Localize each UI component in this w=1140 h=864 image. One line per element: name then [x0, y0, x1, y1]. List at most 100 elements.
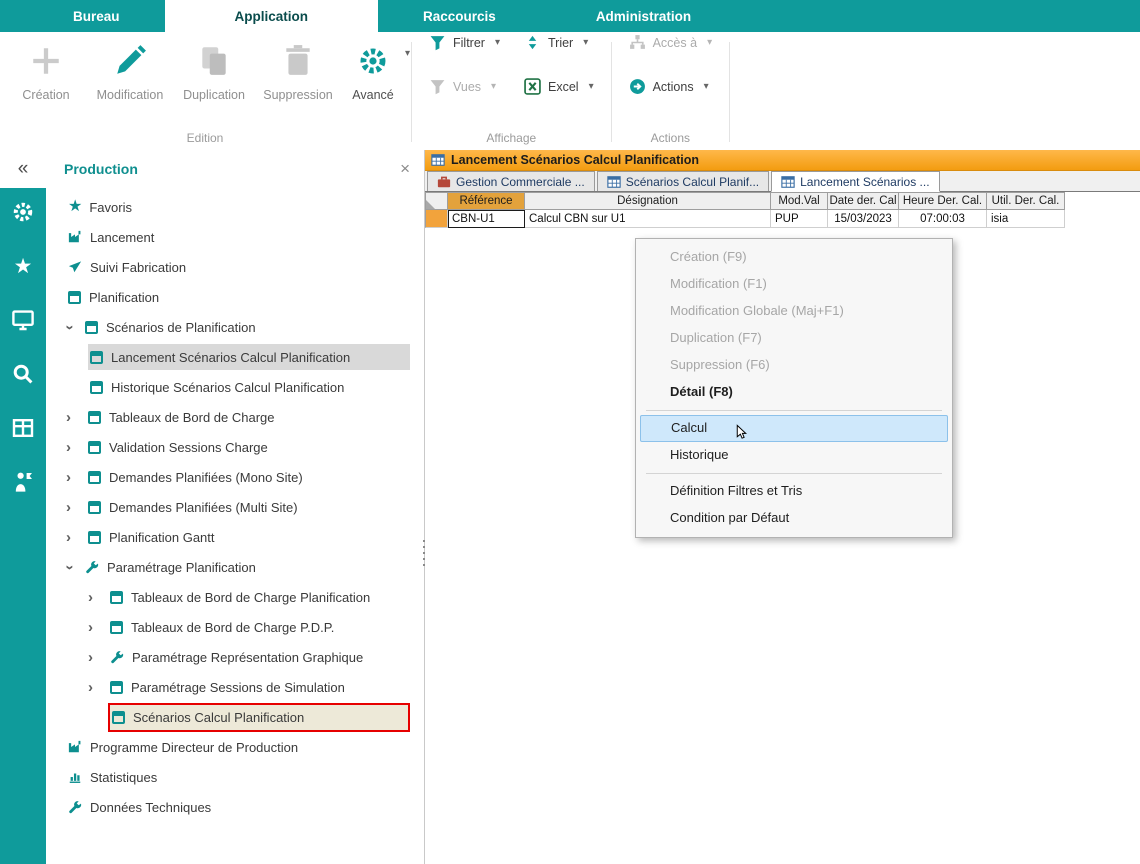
favorites-rail-button[interactable]: ★: [11, 254, 35, 278]
group-label-affichage: Affichage: [417, 131, 606, 150]
chevron-right-icon[interactable]: ›: [88, 589, 108, 606]
chevron-right-icon[interactable]: ›: [88, 649, 108, 666]
excel-icon: [524, 78, 541, 95]
menu-tab-raccourcis[interactable]: Raccourcis: [378, 0, 541, 32]
sidebar-title: Production: [64, 161, 400, 177]
menu-item-detail[interactable]: Détail (F8): [640, 379, 948, 406]
workflow-rail-button[interactable]: [11, 470, 35, 494]
cell-modval[interactable]: PUP: [771, 210, 828, 228]
sidebar-item-lancement-scenarios-calcul-planification[interactable]: Lancement Scénarios Calcul Planification: [46, 342, 424, 372]
sidebar-item-suivi-fabrication[interactable]: Suivi Fabrication: [46, 252, 424, 282]
filtrer-button[interactable]: Filtrer ▾: [417, 34, 512, 51]
gear-icon: [356, 44, 390, 78]
star-icon: ★: [68, 199, 82, 215]
sidebar-item-favoris[interactable]: ★Favoris: [46, 192, 424, 222]
menu-item-definition-filtres-et-tris[interactable]: Définition Filtres et Tris: [640, 478, 948, 505]
context-menu: Création (F9) Modification (F1) Modifica…: [635, 238, 953, 538]
menu-tab-administration[interactable]: Administration: [541, 0, 746, 32]
gear-icon: [11, 200, 35, 224]
close-icon[interactable]: ×: [400, 159, 410, 179]
chevron-right-icon[interactable]: ›: [66, 409, 86, 426]
ribbon-separator: [611, 42, 612, 142]
search-rail-button[interactable]: [11, 362, 35, 386]
briefcase-icon: [437, 175, 451, 189]
excel-button[interactable]: Excel ▾: [512, 78, 606, 95]
menu-item-historique[interactable]: Historique: [640, 442, 948, 469]
sidebar-item-scenarios-calcul-planification[interactable]: Scénarios Calcul Planification: [46, 702, 424, 732]
cell-util[interactable]: isia: [987, 210, 1065, 228]
sidebar-item-parametrage-sessions-de-simulation[interactable]: › Paramétrage Sessions de Simulation: [46, 672, 424, 702]
sidebar-item-lancement[interactable]: Lancement: [46, 222, 424, 252]
select-all-corner[interactable]: [425, 192, 448, 210]
menu-tab-application[interactable]: Application: [165, 0, 379, 32]
tab-scenarios-calcul-planif[interactable]: Scénarios Calcul Planif...: [597, 171, 769, 191]
modification-button[interactable]: Modification: [88, 34, 172, 102]
settings-rail-button[interactable]: [11, 200, 35, 224]
column-header-util[interactable]: Util. Der. Cal.: [987, 192, 1065, 210]
sidebar-item-demandes-planifiees-multi-site[interactable]: › Demandes Planifiées (Multi Site): [46, 492, 424, 522]
cell-reference[interactable]: CBN-U1: [448, 210, 525, 228]
cell-heure[interactable]: 07:00:03: [899, 210, 987, 228]
cell-date[interactable]: 15/03/2023: [828, 210, 899, 228]
chevron-right-icon[interactable]: ›: [66, 439, 86, 456]
row-selector[interactable]: [425, 210, 448, 228]
tab-lancement-scenarios[interactable]: Lancement Scénarios ...: [771, 171, 939, 192]
cell-designation[interactable]: Calcul CBN sur U1: [525, 210, 771, 228]
plus-icon: [29, 44, 63, 78]
star-icon: ★: [14, 256, 33, 277]
sidebar-item-demandes-planifiees-mono-site[interactable]: › Demandes Planifiées (Mono Site): [46, 462, 424, 492]
data-grid: Référence Désignation Mod.Val Date der. …: [425, 192, 1140, 228]
sidebar-item-donnees-techniques[interactable]: Données Techniques: [46, 792, 424, 822]
ribbon-group-edition: Création Modification Duplication Suppre…: [4, 34, 406, 150]
menu-tab-bureau[interactable]: Bureau: [28, 0, 165, 32]
table-row[interactable]: CBN-U1 Calcul CBN sur U1 PUP 15/03/2023 …: [425, 210, 1140, 228]
wrench-icon: [68, 800, 82, 814]
sidebar-item-parametrage-planification[interactable]: › Paramétrage Planification: [46, 552, 424, 582]
top-menubar: Bureau Application Raccourcis Administra…: [0, 0, 1140, 32]
access-tree-icon: [629, 34, 646, 51]
column-header-reference[interactable]: Référence: [448, 192, 525, 210]
sidebar-item-historique-scenarios-calcul-planification[interactable]: Historique Scénarios Calcul Planificatio…: [46, 372, 424, 402]
desktop-rail-button[interactable]: [11, 308, 35, 332]
sidebar-item-planification[interactable]: Planification: [46, 282, 424, 312]
calendar-edit-icon: [88, 501, 101, 514]
sidebar-item-tableaux-de-bord-de-charge-planification[interactable]: › Tableaux de Bord de Charge Planificati…: [46, 582, 424, 612]
actions-button[interactable]: Actions ▾: [617, 78, 725, 95]
sidebar-item-tableaux-de-bord-de-charge[interactable]: › Tableaux de Bord de Charge: [46, 402, 424, 432]
sidebar-item-statistiques[interactable]: Statistiques: [46, 762, 424, 792]
trier-button[interactable]: Trier ▾: [512, 34, 606, 51]
sidebar-item-tableaux-de-bord-de-charge-pdp[interactable]: › Tableaux de Bord de Charge P.D.P.: [46, 612, 424, 642]
sidebar-item-programme-directeur-de-production[interactable]: Programme Directeur de Production: [46, 732, 424, 762]
window-titlebar: Lancement Scénarios Calcul Planification: [425, 150, 1140, 171]
tables-rail-button[interactable]: [11, 416, 35, 440]
chevron-right-icon[interactable]: ›: [66, 529, 86, 546]
navigation-tree: ★Favoris Lancement Suivi Fabrication Pla…: [46, 188, 424, 822]
tab-gestion-commerciale[interactable]: Gestion Commerciale ...: [427, 171, 595, 191]
chevron-right-icon[interactable]: ›: [88, 619, 108, 636]
chevron-down-icon[interactable]: ›: [62, 560, 79, 574]
column-header-modval[interactable]: Mod.Val: [771, 192, 828, 210]
chevron-down-icon[interactable]: ›: [62, 320, 79, 334]
chevron-right-icon[interactable]: ›: [66, 499, 86, 516]
ribbon-group-affichage: Filtrer ▾ Trier ▾ Vues ▾ Excel ▾ Afficha…: [417, 34, 606, 150]
table-icon: [607, 175, 621, 189]
chevron-right-icon[interactable]: ›: [66, 469, 86, 486]
sidebar-item-planification-gantt[interactable]: › Planification Gantt: [46, 522, 424, 552]
menu-item-calcul[interactable]: Calcul: [640, 415, 948, 442]
monitor-icon: [11, 308, 35, 332]
menu-item-condition-par-defaut[interactable]: Condition par Défaut: [640, 505, 948, 532]
sidebar-item-scenarios-de-planification[interactable]: › Scénarios de Planification: [46, 312, 424, 342]
arrow-circle-icon: [629, 78, 646, 95]
sidebar-item-validation-sessions-charge[interactable]: › Validation Sessions Charge: [46, 432, 424, 462]
ribbon: Création Modification Duplication Suppre…: [0, 32, 1140, 150]
calendar-edit-icon: [88, 471, 101, 484]
copy-pages-icon: [197, 44, 231, 78]
avance-button[interactable]: Avancé ▾: [340, 34, 406, 102]
person-flag-icon: [11, 470, 35, 494]
chevron-right-icon[interactable]: ›: [88, 679, 108, 696]
collapse-sidebar-button[interactable]: «: [0, 150, 46, 188]
sidebar-item-parametrage-representation-graphique[interactable]: › Paramétrage Représentation Graphique: [46, 642, 424, 672]
column-header-designation[interactable]: Désignation: [525, 192, 771, 210]
column-header-heure[interactable]: Heure Der. Cal.: [899, 192, 987, 210]
column-header-date[interactable]: Date der. Cal: [828, 192, 899, 210]
